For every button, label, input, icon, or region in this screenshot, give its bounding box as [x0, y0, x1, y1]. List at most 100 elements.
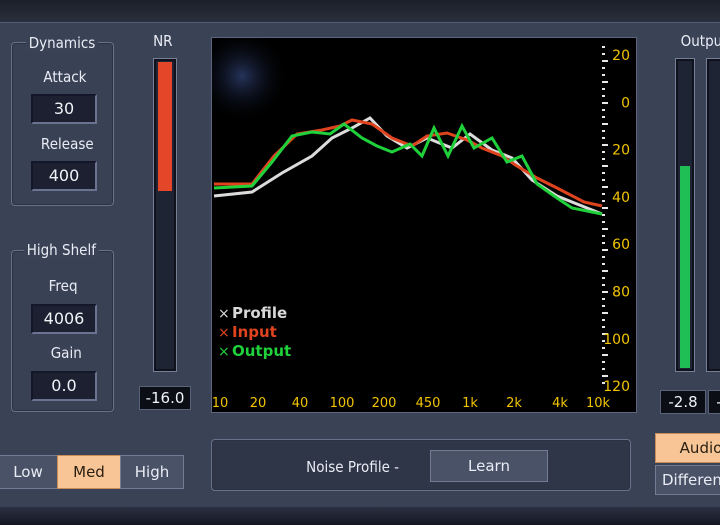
- noise-profile-dropdown[interactable]: Noise Profile -: [306, 458, 399, 476]
- axis-tick-mark: [602, 151, 605, 153]
- y-tick-label: 100: [603, 332, 630, 348]
- x-tick-label: 1k: [462, 396, 478, 411]
- nr-meter: [153, 58, 177, 372]
- freq-value[interactable]: 4006: [31, 304, 97, 334]
- x-tick-label: 10: [212, 396, 228, 411]
- axis-tick-mark: [602, 298, 605, 300]
- axis-tick-mark: [602, 284, 605, 286]
- axis-tick-mark: [602, 81, 608, 83]
- output-curve: [213, 122, 603, 216]
- y-tick-label: 20: [612, 48, 630, 64]
- y-tick-label: 80: [612, 285, 630, 301]
- axis-tick-mark: [602, 88, 605, 90]
- attack-label: Attack: [43, 68, 87, 86]
- audio-button[interactable]: Audio: [655, 433, 720, 463]
- output-meter-left: [675, 58, 695, 372]
- axis-tick-mark: [602, 95, 605, 97]
- axis-tick-mark: [602, 179, 605, 181]
- x-tick-label: 200: [372, 396, 397, 411]
- y-tick-label: 120: [603, 379, 630, 395]
- axis-tick-mark: [602, 235, 605, 237]
- x-tick-label: 2k: [506, 396, 522, 411]
- axis-tick-mark: [602, 123, 608, 125]
- axis-tick-mark: [602, 207, 608, 209]
- dynamics-title: Dynamics: [26, 34, 98, 52]
- x-tick-label: 10k: [586, 396, 611, 411]
- axis-tick-mark: [602, 361, 605, 363]
- axis-tick-mark: [602, 200, 605, 202]
- quality-high-button[interactable]: High: [120, 455, 184, 489]
- axis-tick-mark: [602, 158, 605, 160]
- bottom-edge: [0, 507, 720, 525]
- spectrum-graph: 20 0 20 40 60 80 100 120 10 20 40 100 200 450 1k 2k 4k 1…: [194, 28, 637, 413]
- axis-tick-mark: [602, 193, 605, 195]
- axis-tick-mark: [602, 67, 605, 69]
- axis-tick-mark: [602, 165, 608, 167]
- axis-tick-mark: [602, 109, 605, 111]
- spectrum-plot: 20020406080100120 10 20 40 100 200 450 1k 2k 4k 1…: [194, 28, 630, 411]
- nr-meter-fill: [158, 62, 172, 191]
- window-top-bar: [0, 0, 720, 23]
- quality-low-button[interactable]: Low: [0, 455, 58, 489]
- axis-tick-mark: [602, 319, 605, 321]
- release-label: Release: [40, 135, 94, 153]
- legend-label: Input: [232, 323, 277, 341]
- axis-tick-mark: [602, 326, 605, 328]
- axis-tick-mark: [602, 228, 608, 230]
- axis-tick-mark: [602, 144, 608, 146]
- axis-tick-mark: [602, 263, 605, 265]
- axis-tick-mark: [602, 74, 605, 76]
- x-tick-label: 450: [416, 396, 441, 411]
- axis-tick-mark: [602, 137, 605, 139]
- axis-tick-mark: [602, 291, 608, 293]
- profile-curve: [213, 116, 603, 216]
- y-tick-label: 0: [621, 95, 630, 111]
- x-tick-label: 20: [250, 396, 267, 411]
- legend-marker: ×: [218, 306, 230, 322]
- axis-tick-mark: [602, 116, 605, 118]
- axis-tick-mark: [602, 102, 608, 104]
- axis-tick-mark: [602, 130, 605, 132]
- output-readout-left: -2.8: [660, 390, 706, 414]
- output-readout-right: -: [708, 390, 720, 414]
- axis-tick-mark: [602, 277, 605, 279]
- output-title: Output: [680, 32, 720, 50]
- x-tick-label: 40: [292, 396, 309, 411]
- axis-tick-mark: [602, 60, 608, 62]
- y-tick-label: 60: [612, 237, 630, 253]
- output-meter-fill: [680, 166, 690, 368]
- release-value[interactable]: 400: [31, 161, 97, 191]
- legend-label: Profile: [232, 304, 287, 322]
- attack-value[interactable]: 30: [31, 94, 97, 124]
- legend-marker: ×: [218, 344, 230, 360]
- axis-tick-mark: [602, 305, 605, 307]
- axis-tick-mark: [602, 172, 605, 174]
- y-tick-label: 40: [612, 190, 630, 206]
- axis-tick-mark: [602, 375, 608, 377]
- nr-readout: -16.0: [139, 386, 191, 410]
- axis-tick-mark: [602, 368, 605, 370]
- legend-marker: ×: [218, 325, 230, 341]
- gain-label: Gain: [50, 344, 82, 362]
- noise-profile-bar: [211, 439, 631, 491]
- freq-label: Freq: [48, 277, 78, 295]
- nr-title: NR: [153, 32, 173, 50]
- x-tick-label: 4k: [552, 396, 568, 411]
- axis-tick-mark: [602, 249, 608, 251]
- axis-tick-mark: [602, 354, 608, 356]
- legend-label: Output: [232, 342, 291, 360]
- axis-tick-mark: [602, 214, 605, 216]
- quality-med-button[interactable]: Med: [57, 455, 121, 489]
- axis-tick-mark: [602, 242, 605, 244]
- axis-tick-mark: [602, 221, 605, 223]
- high-shelf-title: High Shelf: [24, 241, 99, 259]
- graph-glow: [194, 28, 290, 124]
- output-meter-right: [706, 58, 720, 372]
- difference-button[interactable]: Difference: [655, 465, 720, 495]
- axis-tick-mark: [602, 256, 605, 258]
- gain-value[interactable]: 0.0: [31, 371, 97, 401]
- learn-button[interactable]: Learn: [430, 450, 548, 482]
- y-tick-label: 20: [612, 143, 630, 159]
- axis-tick-mark: [602, 312, 608, 314]
- axis-tick-mark: [602, 53, 605, 55]
